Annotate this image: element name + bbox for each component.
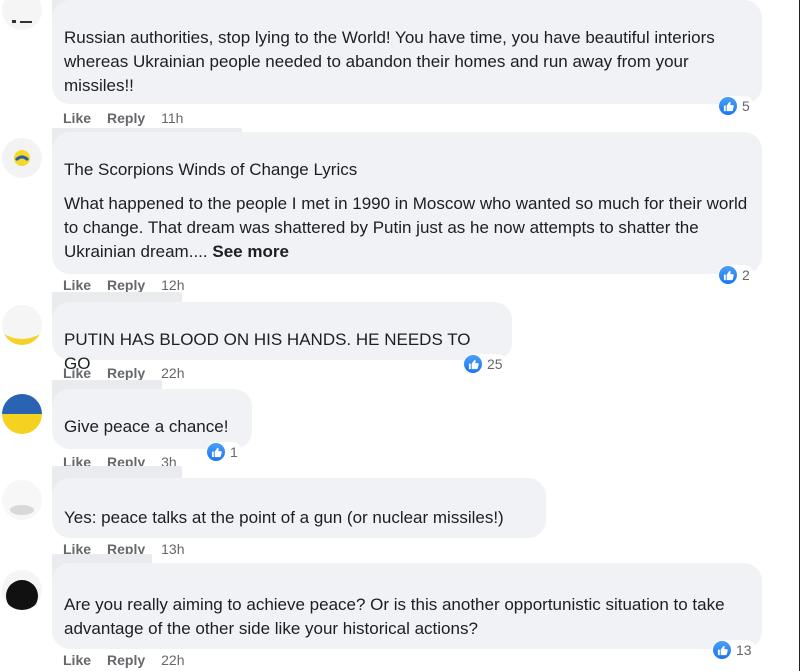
reply-button[interactable]: Reply [107, 110, 145, 126]
comment-text: Russian authorities, stop lying to the W… [64, 28, 715, 95]
comment-actions: Like Reply 22h [63, 652, 185, 668]
reaction-number: 5 [742, 98, 750, 114]
like-button[interactable]: Like [63, 652, 91, 668]
comment-bubble: Russian authorities, stop lying to the W… [52, 0, 762, 104]
comment-bubble: Are you really aiming to achieve peace? … [52, 563, 762, 649]
reaction-number: 2 [742, 267, 750, 283]
reaction-number: 13 [736, 642, 752, 658]
comment-bubble: Yes: peace talks at the point of a gun (… [52, 478, 546, 538]
thumbs-up-icon [713, 641, 731, 659]
comment-body: What happened to the people I met in 199… [64, 194, 748, 261]
comment-text: Are you really aiming to achieve peace? … [64, 595, 725, 638]
like-button[interactable]: Like [63, 110, 91, 126]
avatar[interactable] [2, 305, 42, 345]
avatar[interactable] [2, 394, 42, 434]
thumbs-up-icon [464, 355, 482, 373]
reply-button[interactable]: Reply [107, 652, 145, 668]
thumbs-up-icon [719, 97, 737, 115]
comment-bubble: PUTIN HAS BLOOD ON HIS HANDS. HE NEEDS T… [52, 302, 512, 373]
comment-actions: Like Reply 11h [63, 110, 183, 126]
reply-button[interactable]: Reply [107, 365, 145, 381]
avatar[interactable] [2, 570, 42, 610]
avatar[interactable] [2, 480, 42, 520]
comment-bubble: Give peace a chance! [52, 389, 252, 449]
reaction-count[interactable]: 2 [718, 265, 754, 285]
comment-title: The Scorpions Winds of Change Lyrics [64, 160, 358, 179]
reaction-number: 1 [230, 444, 238, 460]
timestamp[interactable]: 11h [161, 110, 183, 126]
reaction-count[interactable]: 25 [463, 354, 507, 374]
comment-text: Yes: peace talks at the point of a gun (… [64, 508, 504, 527]
reply-button[interactable]: Reply [107, 277, 145, 293]
timestamp[interactable]: 13h [161, 541, 184, 557]
thumbs-up-icon [719, 266, 737, 284]
avatar[interactable] [2, 0, 42, 30]
avatar[interactable] [2, 138, 42, 178]
reaction-count[interactable]: 13 [712, 640, 756, 660]
comment-actions: Like Reply 22h [63, 365, 185, 381]
like-button[interactable]: Like [63, 365, 91, 381]
see-more-link[interactable]: See more [212, 242, 289, 261]
timestamp[interactable]: 12h [161, 277, 184, 293]
comment-bubble: The Scorpions Winds of Change Lyrics Wha… [52, 132, 762, 274]
thumbs-up-icon [207, 443, 225, 461]
comment-actions: Like Reply 12h [63, 277, 185, 293]
timestamp[interactable]: 22h [161, 652, 184, 668]
reaction-count[interactable]: 1 [206, 442, 242, 462]
comment-text: Give peace a chance! [64, 417, 229, 436]
reaction-number: 25 [487, 356, 503, 372]
timestamp[interactable]: 22h [161, 365, 184, 381]
reaction-count[interactable]: 5 [718, 96, 754, 116]
like-button[interactable]: Like [63, 277, 91, 293]
comment-text: What happened to the people I met in 199… [64, 192, 750, 264]
